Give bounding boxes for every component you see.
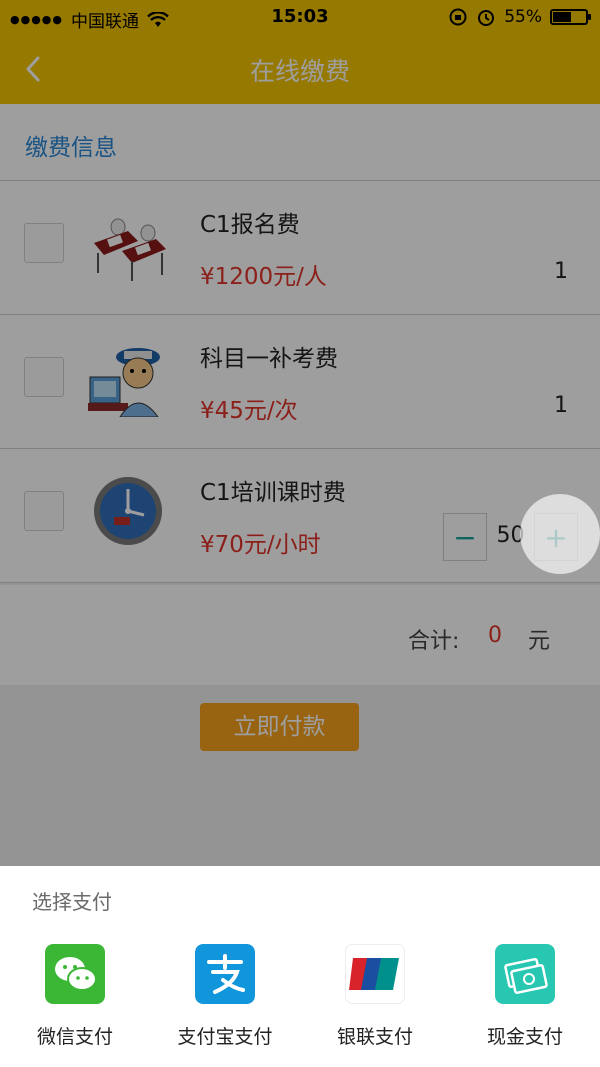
payment-option-label: 银联支付	[336, 1026, 413, 1048]
cash-icon	[495, 944, 555, 1004]
payment-option-label: 现金支付	[486, 1026, 563, 1048]
payment-option-unionpay[interactable]: 银联支付	[300, 944, 450, 1064]
payment-option-alipay[interactable]: 支付宝支付	[150, 944, 300, 1064]
unionpay-icon	[345, 944, 405, 1004]
dim-overlay[interactable]	[0, 0, 600, 866]
payment-option-cash[interactable]: 现金支付	[450, 944, 600, 1064]
payment-options: 微信支付 支付宝支付 银联支付 现金支付	[0, 944, 600, 1064]
alipay-icon	[195, 944, 255, 1004]
payment-sheet: 选择支付 微信支付 支付宝支付 银联支付 现金支付	[0, 866, 600, 1067]
wechat-pay-icon	[45, 944, 105, 1004]
payment-option-label: 支付宝支付	[177, 1026, 273, 1048]
payment-sheet-title: 选择支付	[32, 890, 112, 914]
payment-option-label: 微信支付	[36, 1026, 113, 1048]
payment-option-wechat[interactable]: 微信支付	[0, 944, 150, 1064]
touch-indicator	[520, 494, 600, 574]
